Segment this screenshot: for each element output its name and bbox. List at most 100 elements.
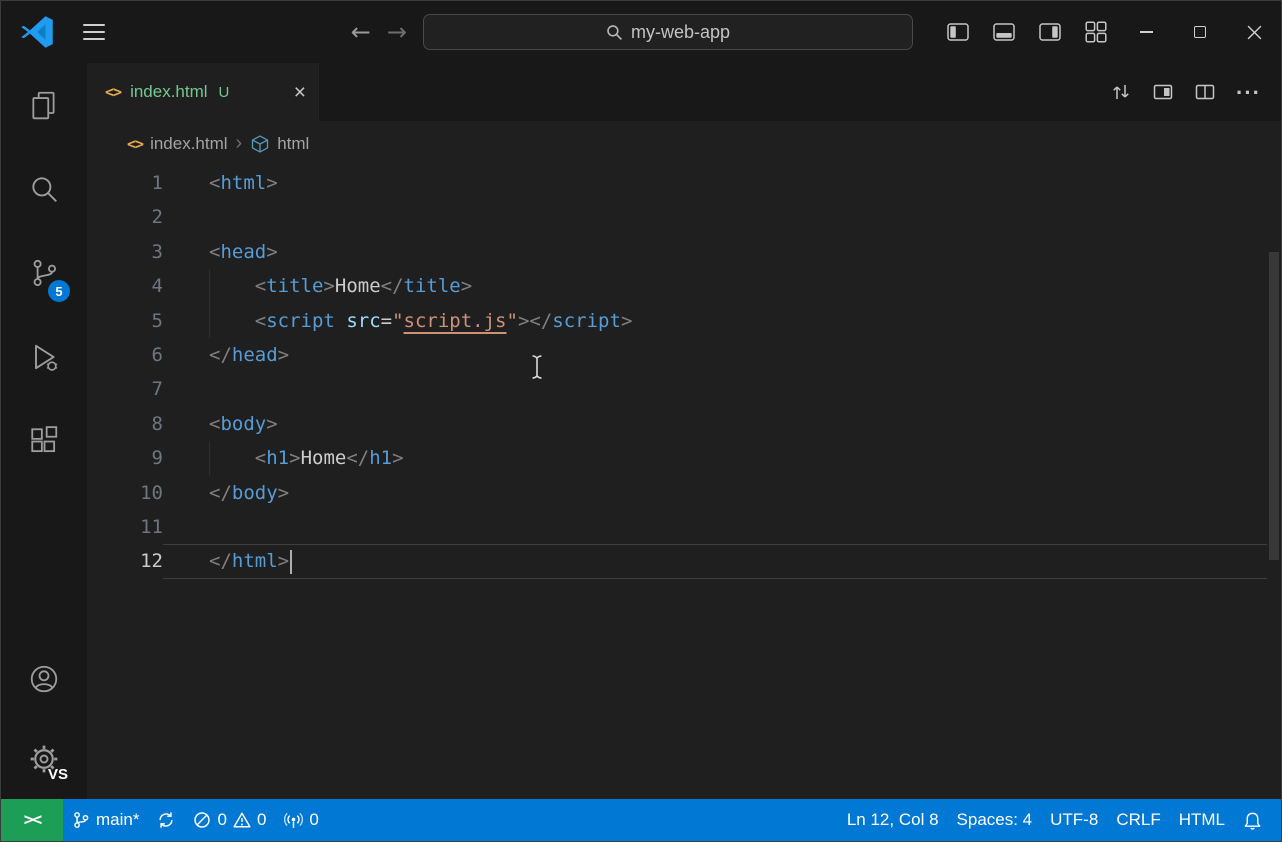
navigate-forward-button[interactable]: → bbox=[387, 20, 407, 44]
sidebar-item-run-debug[interactable] bbox=[1, 315, 87, 399]
maximize-button[interactable] bbox=[1173, 1, 1227, 63]
radio-tower-icon bbox=[284, 811, 303, 830]
scrollbar-thumb[interactable] bbox=[1269, 252, 1279, 560]
sidebar-item-source-control[interactable]: 5 bbox=[1, 231, 87, 315]
minimize-button[interactable] bbox=[1119, 1, 1173, 63]
cursor-position-item[interactable]: Ln 12, Col 8 bbox=[838, 799, 948, 841]
bell-icon bbox=[1243, 811, 1262, 830]
line-number: 3 bbox=[87, 235, 163, 269]
minimize-icon bbox=[1140, 31, 1153, 33]
code-line[interactable]: 11 bbox=[87, 510, 1267, 544]
split-editor-button[interactable] bbox=[1188, 75, 1222, 109]
sync-icon bbox=[157, 811, 175, 829]
encoding-item[interactable]: UTF-8 bbox=[1041, 799, 1107, 841]
tab-index-html[interactable]: <> index.html U × bbox=[87, 63, 319, 121]
breadcrumb-file[interactable]: <> index.html bbox=[127, 134, 228, 154]
line-number: 6 bbox=[87, 338, 163, 372]
code-line[interactable]: 9 <h1>Home</h1> bbox=[87, 441, 1267, 475]
code-text: <body> bbox=[163, 407, 1267, 441]
breadcrumb-file-label: index.html bbox=[150, 134, 227, 154]
eol-item[interactable]: CRLF bbox=[1107, 799, 1169, 841]
code-text bbox=[163, 200, 1267, 234]
title-bar-right bbox=[935, 1, 1281, 63]
open-preview-button[interactable] bbox=[1146, 75, 1180, 109]
problems-item[interactable]: 0 0 bbox=[184, 799, 275, 841]
search-icon bbox=[28, 173, 60, 205]
code-line[interactable]: 5 <script src="script.js"></script> bbox=[87, 304, 1267, 338]
ports-item[interactable]: 0 bbox=[275, 799, 327, 841]
workspace-name: my-web-app bbox=[631, 22, 730, 43]
sync-changes-item[interactable] bbox=[148, 799, 184, 841]
language-mode-item[interactable]: HTML bbox=[1170, 799, 1234, 841]
vs-watermark: VS bbox=[48, 766, 68, 783]
compare-changes-button[interactable] bbox=[1104, 75, 1138, 109]
warning-icon bbox=[233, 811, 251, 829]
code-text: </body> bbox=[163, 476, 1267, 510]
git-branch-item[interactable]: main* bbox=[63, 799, 148, 841]
code-line[interactable]: 12</html> bbox=[87, 544, 1267, 578]
editor-scrollbar[interactable] bbox=[1267, 166, 1281, 799]
accounts-button[interactable] bbox=[1, 639, 87, 719]
code-editor[interactable]: 1<html>23<head>4 <title>Home</title>5 <s… bbox=[87, 166, 1281, 799]
source-control-badge: 5 bbox=[48, 280, 70, 302]
warning-count: 0 bbox=[257, 810, 266, 830]
chevron-right-icon: › bbox=[236, 132, 243, 155]
code-line[interactable]: 4 <title>Home</title> bbox=[87, 269, 1267, 303]
code-line[interactable]: 10</body> bbox=[87, 476, 1267, 510]
panel-right-icon bbox=[1038, 22, 1062, 42]
code-text: <h1>Home</h1> bbox=[163, 441, 1267, 475]
application-menu-icon[interactable] bbox=[83, 24, 105, 40]
activity-bar-bottom bbox=[1, 639, 87, 799]
customize-layout-button[interactable] bbox=[1073, 21, 1119, 43]
remote-indicator[interactable]: >< bbox=[1, 799, 63, 841]
code-line[interactable]: 2 bbox=[87, 200, 1267, 234]
toggle-secondary-sidebar-button[interactable] bbox=[1027, 22, 1073, 42]
account-icon bbox=[28, 663, 60, 695]
breadcrumb-symbol-label: html bbox=[277, 134, 309, 154]
line-number: 11 bbox=[87, 510, 163, 544]
status-bar-right: Ln 12, Col 8 Spaces: 4 UTF-8 CRLF HTML bbox=[838, 799, 1281, 841]
code-line[interactable]: 7 bbox=[87, 372, 1267, 406]
more-actions-button[interactable]: ··· bbox=[1230, 81, 1267, 104]
indentation-item[interactable]: Spaces: 4 bbox=[948, 799, 1042, 841]
eol: CRLF bbox=[1116, 810, 1160, 830]
toggle-panel-button[interactable] bbox=[981, 22, 1027, 42]
close-window-button[interactable] bbox=[1227, 1, 1281, 63]
explorer-files-icon bbox=[28, 89, 60, 121]
panel-left-icon bbox=[946, 22, 970, 42]
sidebar-item-search[interactable] bbox=[1, 147, 87, 231]
code-line[interactable]: 8<body> bbox=[87, 407, 1267, 441]
line-number: 2 bbox=[87, 200, 163, 234]
manage-settings-button[interactable] bbox=[1, 719, 87, 799]
code-line[interactable]: 1<html> bbox=[87, 166, 1267, 200]
more-actions-icon: ··· bbox=[1236, 87, 1261, 98]
navigate-back-button[interactable]: ← bbox=[351, 20, 371, 44]
line-number: 12 bbox=[87, 544, 163, 578]
title-bar: ← → my-web-app bbox=[1, 1, 1281, 63]
line-number: 5 bbox=[87, 304, 163, 338]
breadcrumb: <> index.html › html bbox=[87, 121, 1281, 166]
git-branch-icon bbox=[72, 811, 90, 829]
command-center-search[interactable]: my-web-app bbox=[423, 14, 913, 50]
error-count: 0 bbox=[217, 810, 226, 830]
code-text bbox=[163, 372, 1267, 406]
html-file-icon: <> bbox=[105, 83, 121, 101]
sidebar-item-extensions[interactable] bbox=[1, 399, 87, 483]
close-icon bbox=[1247, 25, 1262, 40]
toggle-sidebar-button[interactable] bbox=[935, 22, 981, 42]
code-text: <script src="script.js"></script> bbox=[163, 304, 1267, 338]
code-line[interactable]: 6</head> bbox=[87, 338, 1267, 372]
notifications-item[interactable] bbox=[1234, 799, 1271, 841]
breadcrumb-symbol[interactable]: html bbox=[250, 134, 309, 154]
tab-close-icon[interactable]: × bbox=[294, 82, 306, 103]
sidebar-item-explorer[interactable] bbox=[1, 63, 87, 147]
line-number: 8 bbox=[87, 407, 163, 441]
line-number: 10 bbox=[87, 476, 163, 510]
compare-changes-icon bbox=[1110, 81, 1132, 103]
git-status-indicator: U bbox=[219, 84, 230, 101]
encoding: UTF-8 bbox=[1050, 810, 1098, 830]
line-number: 7 bbox=[87, 372, 163, 406]
html-file-icon: <> bbox=[127, 135, 143, 153]
status-bar-left: >< main* bbox=[1, 799, 328, 841]
code-line[interactable]: 3<head> bbox=[87, 235, 1267, 269]
